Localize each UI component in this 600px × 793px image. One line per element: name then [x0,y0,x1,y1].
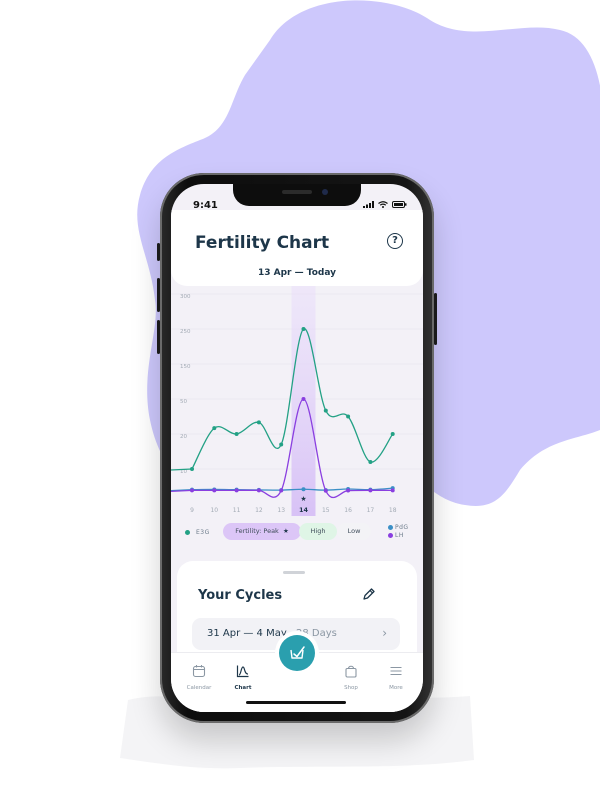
chart-legend: E3G Fertility: Peak ★ High Low PdG LH [179,523,423,545]
e3g-point [256,420,261,425]
lh-point [234,488,239,493]
x-tick-label: 10 [210,507,218,514]
y-tick-label: 250 [180,329,191,335]
tab-chart-label: Chart [234,685,252,691]
chart-icon [236,665,249,678]
add-test-button[interactable] [279,635,315,671]
e3g-point [234,432,239,436]
y-tick-label: 20 [180,434,187,440]
date-range[interactable]: 13 Apr — Today [171,268,423,278]
legend-e3g-label: E3G [196,529,210,536]
header-card: Fertility Chart ? 13 Apr — Today [171,210,423,286]
sheet-grab-handle[interactable] [283,571,305,574]
tab-calendar-label: Calendar [186,685,212,691]
lh-point [301,397,306,401]
front-camera [322,189,328,195]
legend-pdg-label: PdG [395,524,409,531]
y-tick-label: 300 [180,294,191,300]
volume-down-button [157,320,160,354]
phone-frame: Fertility Chart ? 13 Apr — Today 9:41 30… [157,173,437,723]
lh-point [368,488,373,493]
silent-switch [157,243,160,261]
shopping-bag-icon [345,665,357,678]
cycles-title: Your Cycles [198,588,283,603]
x-tick-label: 18 [389,507,397,514]
x-tick-label: 13 [277,507,285,514]
home-indicator [246,701,346,704]
e3g-point [279,442,284,447]
lh-point [190,488,194,493]
chart-series [171,327,395,499]
power-button [434,293,437,345]
x-tick-label: 11 [233,507,241,514]
x-tick-label: 12 [255,507,263,514]
chevron-right-icon: › [382,626,387,640]
lh-point [279,488,284,493]
legend-e3g-dot [185,530,190,535]
test-check-icon [290,646,305,659]
legend-lh-label: LH [395,532,404,539]
notch [233,184,361,206]
tab-more[interactable]: More [376,663,416,691]
signal-icon [363,201,374,208]
edit-icon[interactable] [362,587,376,601]
tab-shop[interactable]: Shop [331,663,371,691]
help-icon[interactable]: ? [387,233,403,249]
tab-shop-label: Shop [344,685,358,691]
lh-point [323,488,328,493]
legend-pdg-dot [388,525,393,530]
x-tick-label: 15 [322,507,330,514]
legend-lh-dot [388,533,393,538]
fertility-peak-label: Fertility: Peak [235,527,279,535]
lh-point [346,488,351,493]
e3g-point [346,414,351,419]
lh-point [390,488,395,493]
fertility-low-pill[interactable]: Low [337,523,371,540]
x-tick-label: 16 [344,507,352,514]
calendar-icon [192,665,206,678]
tab-more-label: More [389,685,403,691]
y-tick-label: 50 [180,399,187,405]
fertility-high-label: High [310,527,326,535]
volume-up-button [157,278,160,312]
e3g-point [368,460,373,464]
cycle-dates: 31 Apr — 4 May [207,628,287,639]
y-tick-label: 150 [180,364,191,370]
app-screen: Fertility Chart ? 13 Apr — Today 9:41 30… [171,184,423,712]
battery-icon [392,201,407,208]
lh-point [256,488,261,493]
star-icon: ★ [280,527,289,535]
page-title: Fertility Chart [195,233,330,253]
fertility-high-pill[interactable]: High [299,523,337,540]
x-tick-label: 9 [190,507,194,514]
tab-bar: Calendar Chart Shop More [171,635,423,712]
e3g-point [323,408,328,413]
tab-calendar[interactable]: Calendar [179,663,219,691]
e3g-point [301,327,306,331]
x-tick-label: 17 [367,507,375,514]
tab-chart[interactable]: Chart [223,663,263,691]
peak-star-icon: ★ [300,495,306,503]
x-tick-label: 14 [299,506,309,514]
e3g-point [190,467,194,471]
y-axis-labels: 300250150502010 [180,294,191,475]
lh-point [212,488,217,493]
e3g-point [390,432,395,436]
fertility-chart[interactable]: 300250150502010 9 10 11 12 13 14 15 16 17 18★ [171,286,423,516]
pdg-point [301,487,306,492]
e3g-point [212,426,217,431]
status-time: 9:41 [193,200,218,211]
fertility-low-label: Low [347,527,361,535]
status-icons [363,201,407,208]
speaker [282,190,312,194]
menu-icon [390,666,402,676]
fertility-peak-pill[interactable]: Fertility: Peak ★ [223,523,301,540]
wifi-icon [378,201,388,208]
